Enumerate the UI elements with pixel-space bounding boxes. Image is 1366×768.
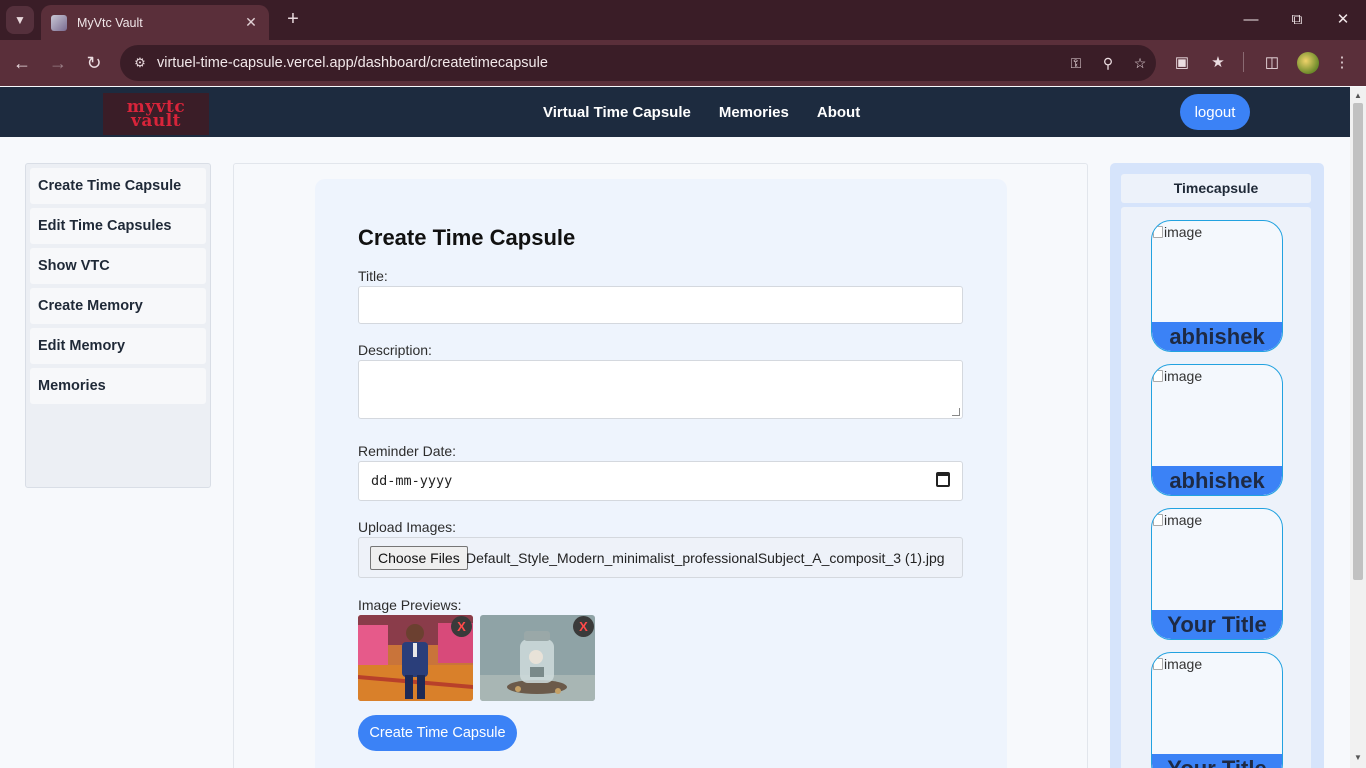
sidebar-item-create-time-capsule[interactable]: Create Time Capsule: [30, 168, 206, 204]
nav-links: Virtual Time Capsule Memories About: [543, 87, 860, 137]
broken-image-icon: image: [1153, 656, 1202, 672]
zoom-icon[interactable]: ⚲: [1092, 55, 1124, 72]
timecapsule-panel: Timecapsule image abhishek image abhishe…: [1110, 163, 1324, 768]
title-label: Title:: [358, 268, 388, 284]
remove-preview-2-button[interactable]: X: [573, 616, 594, 637]
scroll-up-icon[interactable]: ▲: [1354, 91, 1362, 100]
tab-search-button[interactable]: ▼: [6, 6, 34, 34]
minimize-button[interactable]: —: [1236, 8, 1266, 32]
app-navbar: myvtc vault Virtual Time Capsule Memorie…: [0, 87, 1350, 137]
choose-files-button[interactable]: Choose Files: [370, 546, 468, 570]
capsule-card-2[interactable]: image abhishek: [1151, 364, 1283, 496]
restore-button[interactable]: ⧉: [1282, 8, 1312, 32]
capsule-card-3[interactable]: image Your Title: [1151, 508, 1283, 640]
capsule-title: Your Title: [1152, 754, 1282, 768]
logout-button[interactable]: logout: [1180, 94, 1250, 130]
nav-link-memories[interactable]: Memories: [719, 104, 789, 121]
sidebar-item-edit-memory[interactable]: Edit Memory: [30, 328, 206, 364]
app-logo[interactable]: myvtc vault: [103, 93, 209, 135]
new-tab-button[interactable]: +: [282, 8, 304, 30]
image-preview-2: X: [480, 615, 595, 701]
sidebar-item-show-vtc[interactable]: Show VTC: [30, 248, 206, 284]
resize-grip-icon[interactable]: [952, 408, 960, 416]
broken-image-icon: image: [1153, 368, 1202, 384]
create-time-capsule-button[interactable]: Create Time Capsule: [358, 715, 517, 751]
description-textarea[interactable]: [358, 360, 963, 419]
capsule-card-4[interactable]: image Your Title: [1151, 652, 1283, 768]
page-scrollbar[interactable]: ▲ ▼: [1350, 87, 1366, 768]
main-panel: Create Time Capsule Title: Description: …: [233, 163, 1088, 768]
sidebar-item-memories[interactable]: Memories: [30, 368, 206, 404]
address-bar[interactable]: ⚙ virtuel-time-capsule.vercel.app/dashbo…: [120, 45, 1156, 81]
calendar-icon[interactable]: [936, 472, 950, 487]
capsule-card-1[interactable]: image abhishek: [1151, 220, 1283, 352]
image-preview-1: X: [358, 615, 473, 701]
create-capsule-card: Create Time Capsule Title: Description: …: [315, 179, 1007, 768]
forward-icon[interactable]: →: [46, 51, 70, 75]
reminder-date-input[interactable]: dd-mm-yyyy: [358, 461, 963, 501]
logo-line-2: vault: [130, 111, 182, 131]
key-icon[interactable]: ⚿: [1060, 55, 1092, 72]
sidebar-item-create-memory[interactable]: Create Memory: [30, 288, 206, 324]
site-info-icon[interactable]: ⚙: [130, 55, 150, 71]
capsule-image-alt: image: [1164, 224, 1203, 240]
profile-avatar[interactable]: [1297, 52, 1319, 74]
cast-icon[interactable]: ▣: [1170, 51, 1194, 75]
menu-icon[interactable]: ⋮: [1330, 51, 1354, 75]
side-panel-icon[interactable]: ◫: [1260, 51, 1284, 75]
scroll-thumb[interactable]: [1353, 103, 1363, 580]
close-icon[interactable]: ✕: [243, 14, 259, 31]
window-close-button[interactable]: ✕: [1328, 8, 1358, 32]
url-text[interactable]: virtuel-time-capsule.vercel.app/dashboar…: [157, 55, 1060, 71]
scroll-down-icon[interactable]: ▼: [1354, 753, 1362, 762]
file-input[interactable]: Choose Files Default_Style_Modern_minima…: [358, 537, 963, 578]
browser-tab[interactable]: MyVtc Vault ✕: [41, 5, 269, 40]
extensions-icon[interactable]: ★: [1206, 51, 1230, 75]
nav-link-about[interactable]: About: [817, 104, 860, 121]
image-previews-label: Image Previews:: [358, 597, 462, 613]
timecapsule-list: image abhishek image abhishek image Your…: [1121, 207, 1311, 768]
tab-title: MyVtc Vault: [77, 15, 143, 30]
browser-toolbar: ← → ↻ ⚙ virtuel-time-capsule.vercel.app/…: [0, 40, 1366, 86]
toolbar-divider: [1243, 52, 1244, 72]
capsule-image-alt: image: [1164, 512, 1203, 528]
selected-file-name: Default_Style_Modern_minimalist_professi…: [466, 550, 945, 566]
dashboard-sidebar: Create Time Capsule Edit Time Capsules S…: [25, 163, 211, 488]
broken-image-icon: image: [1153, 224, 1202, 240]
capsule-title: abhishek: [1152, 466, 1282, 495]
chevron-down-icon: ▼: [14, 13, 26, 27]
title-input[interactable]: [358, 286, 963, 324]
date-placeholder: dd-mm-yyyy: [371, 473, 453, 489]
sidebar-item-edit-time-capsules[interactable]: Edit Time Capsules: [30, 208, 206, 244]
reminder-date-label: Reminder Date:: [358, 443, 457, 459]
broken-image-icon: image: [1153, 512, 1202, 528]
capsule-title: Your Title: [1152, 610, 1282, 639]
upload-images-label: Upload Images:: [358, 519, 457, 535]
form-heading: Create Time Capsule: [358, 225, 576, 250]
browser-tab-bar: ▼ MyVtc Vault ✕ + — ⧉ ✕: [0, 0, 1366, 40]
favicon-icon: [51, 14, 67, 31]
timecapsule-panel-header: Timecapsule: [1121, 174, 1311, 203]
capsule-image-alt: image: [1164, 656, 1203, 672]
remove-preview-1-button[interactable]: X: [451, 616, 472, 637]
capsule-image-alt: image: [1164, 368, 1203, 384]
capsule-title: abhishek: [1152, 322, 1282, 351]
description-label: Description:: [358, 342, 432, 358]
star-icon[interactable]: ☆: [1124, 55, 1156, 72]
reload-icon[interactable]: ↻: [82, 51, 106, 75]
nav-link-virtual-time-capsule[interactable]: Virtual Time Capsule: [543, 104, 691, 121]
back-icon[interactable]: ←: [10, 51, 34, 75]
